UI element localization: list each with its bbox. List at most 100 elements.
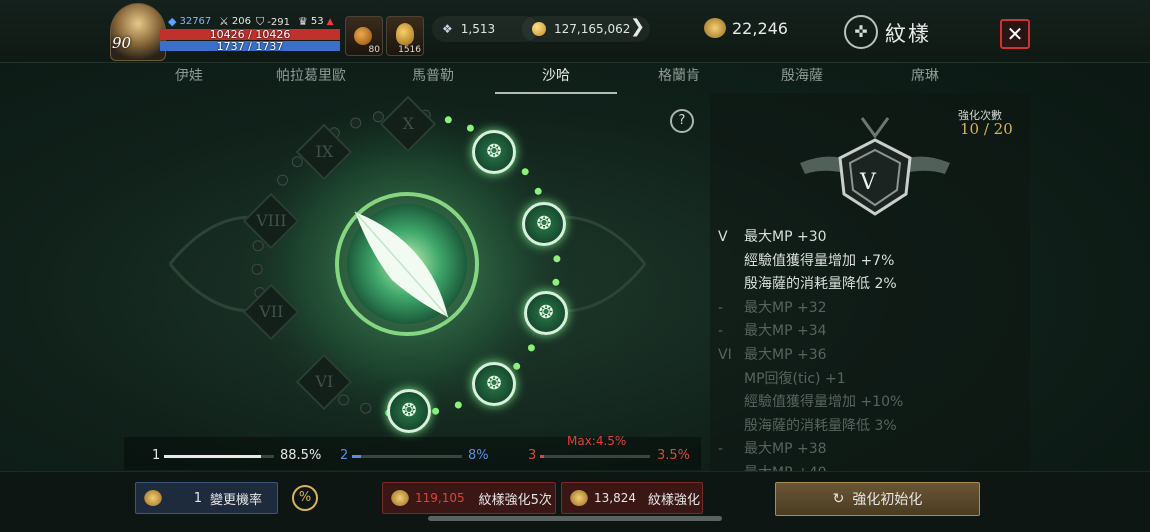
orbit-dot <box>553 255 561 263</box>
stat-line: 經驗值獲得量增加 +10% <box>744 394 904 411</box>
orbit-dot <box>534 187 542 195</box>
probability-fill <box>540 455 544 458</box>
potion-slot[interactable]: 80 <box>345 16 383 56</box>
tab-6[interactable]: 席琳 <box>864 66 986 92</box>
node-numeral: IX <box>315 142 334 162</box>
active-node-swirl-icon[interactable]: ❂ <box>472 130 516 174</box>
refresh-icon: ↻ <box>832 491 845 507</box>
mp-text: 1737 / 1737 <box>216 40 284 53</box>
tab-5[interactable]: 殷海薩 <box>741 66 863 92</box>
probability-value: 88.5% <box>280 448 322 463</box>
active-node-swirl-icon[interactable]: ❂ <box>522 202 566 246</box>
orbit-dot <box>432 407 440 415</box>
probability-track <box>352 455 462 458</box>
rank-emblem <box>800 117 950 216</box>
max-probability: Max:4.5% <box>567 434 627 448</box>
defense-stat: ⛉ -291 <box>256 15 290 28</box>
stat-line: MP回復(tic) +1 <box>744 370 846 387</box>
hp-text: 10426 / 10426 <box>209 28 291 41</box>
probability-fill <box>164 455 262 458</box>
stat-line: 經驗值獲得量增加 +7% <box>744 252 895 269</box>
stat-line-mark: V <box>718 229 728 245</box>
enhance-button[interactable]: 13,824 紋樣強化 <box>561 482 703 514</box>
stat-line: 最大MP +32 <box>744 299 827 316</box>
sword-icon: ⚔ <box>219 15 229 28</box>
probability-index: 3 <box>528 448 537 463</box>
orbit-dot <box>252 240 264 252</box>
stat-line-mark: - <box>718 441 724 458</box>
orbit-dot <box>552 278 560 286</box>
laurel-icon <box>391 490 409 506</box>
orbit-dot <box>350 117 362 129</box>
active-node-swirl-icon[interactable]: ❂ <box>387 389 431 433</box>
laurel-icon <box>704 18 726 38</box>
help-button[interactable]: ? <box>670 109 694 133</box>
scroll-indicator[interactable] <box>428 516 722 521</box>
power-icon: ◆ <box>168 15 177 28</box>
probability-value: 8% <box>468 448 489 463</box>
rank-numeral: V <box>860 170 876 195</box>
potion-icon <box>354 27 372 45</box>
tab-3[interactable]: 沙哈 <box>495 66 617 94</box>
gold-coin-icon <box>532 22 546 36</box>
pattern-wheel <box>168 92 647 437</box>
change-rate-button[interactable]: 1 變更機率 <box>135 482 278 514</box>
probability-track <box>164 455 274 458</box>
chevron-right-icon[interactable]: ❯ <box>630 16 645 37</box>
reset-enhance-button[interactable]: ↻ 強化初始化 <box>775 482 980 516</box>
orbit-dot <box>277 174 289 186</box>
stat-line-mark: - <box>718 323 724 340</box>
probability-track <box>540 455 650 458</box>
orbit-dot <box>291 156 303 168</box>
orbit-dot <box>251 263 263 275</box>
orbit-dot <box>527 344 535 352</box>
node-numeral: VII <box>259 302 284 322</box>
probability-index: 2 <box>340 448 349 463</box>
stat-line: 最大MP +30 <box>744 229 827 245</box>
attack-stat: ⚔ 206 <box>219 15 251 28</box>
orbit-dot <box>466 124 474 132</box>
probability-index: 1 <box>152 448 161 463</box>
stat-line-mark: - <box>718 299 724 316</box>
pattern-icon: ✜ <box>844 15 878 49</box>
node-numeral: VIII <box>256 211 287 231</box>
orbit-dot <box>454 401 462 409</box>
orbit-dot <box>338 394 350 406</box>
tab-2[interactable]: 馬普勒 <box>372 66 494 92</box>
trophy-stat: ♛ 53 ▲ <box>298 15 334 28</box>
scroll-slot[interactable]: 1516 <box>386 16 424 56</box>
tab-4[interactable]: 格蘭肯 <box>618 66 740 92</box>
orbit-dot <box>521 168 529 176</box>
power-stat: ◆ 32767 <box>168 15 212 28</box>
enhance-5x-button[interactable]: 119,105 紋樣強化5次 <box>382 482 556 514</box>
percent-icon[interactable]: % <box>292 485 318 511</box>
close-button[interactable]: ✕ <box>1000 19 1030 49</box>
scroll-icon <box>396 23 414 45</box>
stat-line: 最大MP +36 <box>744 347 827 363</box>
active-node-swirl-icon[interactable]: ❂ <box>472 362 516 406</box>
probability-fill <box>352 455 361 458</box>
enhance-count-value: 10 / 20 <box>960 120 1013 138</box>
stat-line: 最大MP +38 <box>744 441 827 458</box>
orbit-dot <box>513 362 521 370</box>
stat-line: 殷海薩的消耗量降低 2% <box>744 276 897 293</box>
stat-line: 殷海薩的消耗量降低 3% <box>744 417 897 434</box>
tab-1[interactable]: 帕拉葛里歐 <box>250 66 372 92</box>
honor-currency: 22,246 <box>704 18 788 38</box>
page-title: 紋樣 <box>885 22 931 46</box>
orbit-dot <box>360 402 372 414</box>
stat-line-mark: VI <box>718 347 732 363</box>
tab-0[interactable]: 伊娃 <box>128 66 250 92</box>
trophy-icon: ♛ <box>298 15 308 28</box>
node-numeral: X <box>402 114 415 134</box>
player-level: 90 <box>112 34 132 52</box>
stat-line: 最大MP +34 <box>744 323 827 340</box>
probability-value: 3.5% <box>657 448 691 463</box>
player-avatar[interactable] <box>110 3 166 61</box>
node-numeral: VI <box>315 372 334 392</box>
orbit-dot <box>444 116 452 124</box>
active-node-swirl-icon[interactable]: ❂ <box>524 291 568 335</box>
laurel-icon <box>144 490 162 506</box>
alert-up-icon: ▲ <box>326 16 334 27</box>
helmet-icon: ⛉ <box>256 15 265 28</box>
